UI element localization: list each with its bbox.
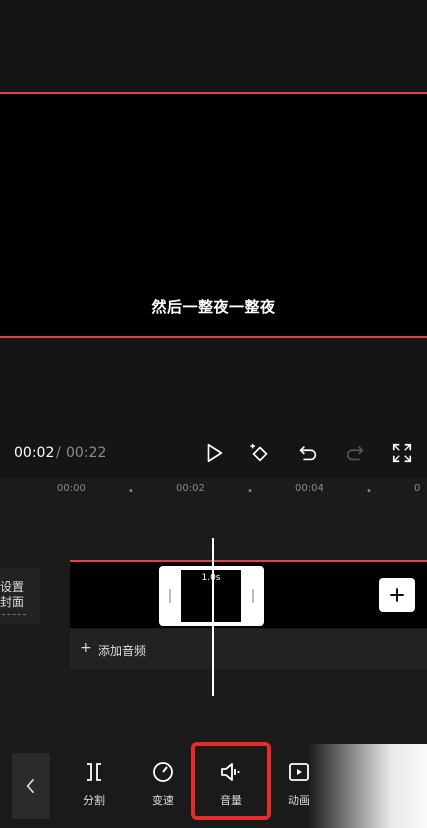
ruler-label: 00:04	[295, 483, 324, 494]
speed-label: 变速	[152, 794, 174, 807]
keyframe-button[interactable]	[248, 441, 272, 465]
ruler-dot: •	[247, 486, 253, 497]
redo-button[interactable]	[343, 441, 367, 465]
keyframe-icon	[250, 443, 268, 462]
undo-button[interactable]	[296, 441, 320, 465]
time-separator: /	[56, 445, 61, 461]
ruler-label-partial: 0	[414, 483, 421, 494]
clip-right-handle[interactable]	[252, 589, 254, 603]
play-icon	[207, 443, 223, 463]
fullscreen-button[interactable]	[390, 441, 414, 465]
clip-duration: 1.0s	[201, 573, 221, 583]
speed-icon	[153, 762, 173, 782]
ruler-label: 00:00	[57, 483, 86, 494]
play-button[interactable]	[202, 441, 226, 465]
plus-icon	[390, 588, 404, 602]
back-button[interactable]	[12, 753, 50, 819]
add-audio-plus-icon: +	[80, 640, 92, 656]
add-clip-button[interactable]	[379, 578, 415, 612]
playhead[interactable]	[212, 538, 214, 696]
animation-label: 动画	[288, 794, 310, 807]
volume-highlight-box	[191, 742, 271, 820]
current-time: 00:02	[14, 445, 55, 461]
speed-button[interactable]: 变速	[137, 760, 189, 808]
ruler-dot: •	[366, 486, 372, 497]
clip-left-handle[interactable]	[169, 589, 171, 603]
split-label: 分割	[83, 794, 105, 807]
preview-top-area	[0, 0, 427, 92]
set-cover-label: 设置 封面	[0, 580, 25, 609]
total-time: 00:22	[66, 445, 107, 461]
toolbar-fade-overlay	[308, 744, 427, 828]
chevron-left-icon	[26, 778, 35, 794]
ruler-dot: •	[128, 486, 134, 497]
add-audio-label: 添加音频	[98, 644, 147, 658]
undo-icon	[299, 445, 317, 461]
subtitle-text: 然后一整夜一整夜	[151, 298, 276, 316]
ruler-label: 00:02	[176, 483, 205, 494]
cover-dashed-line	[2, 614, 26, 615]
split-button[interactable]: 分割	[68, 760, 120, 808]
redo-icon	[346, 445, 364, 461]
split-icon	[87, 763, 101, 781]
fullscreen-icon	[392, 443, 412, 463]
